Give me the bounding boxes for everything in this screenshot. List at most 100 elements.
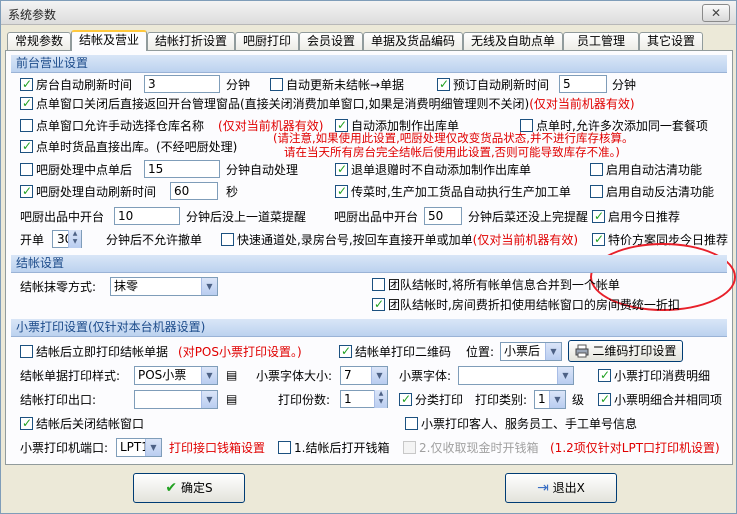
kitchen-refresh-unit: 秒 (226, 185, 239, 199)
style-select[interactable]: POS小票 ▼ (134, 366, 218, 385)
print-detail-label: 小票打印消费明细 (614, 369, 711, 383)
kitchen-add-midbill-checkbox[interactable]: 吧厨处理中点单后 (20, 162, 132, 178)
print-qr-checkbox[interactable]: 结帐单打印二维码 (339, 343, 451, 360)
warning-line-2: 请在当天所有房台完全结帐后使用此设置,否则可能导致库存不准。) (284, 145, 620, 159)
tab-general[interactable]: 常规参数 (7, 32, 71, 51)
port-select[interactable]: ▼ (134, 390, 218, 409)
category-print-checkbox[interactable]: 分类打印 (399, 391, 464, 408)
checkbox-icon (20, 183, 33, 199)
checkbox-icon (221, 233, 234, 246)
fontsize-value: 7 (344, 368, 352, 382)
font-select[interactable]: ▼ (458, 366, 574, 385)
tab-discount[interactable]: 结帐打折设置 (147, 32, 235, 51)
rounding-label: 结帐抹零方式: (20, 280, 97, 294)
category-print-label: 分类打印 (415, 393, 464, 407)
kitchen-add-midbill-input[interactable]: 15 (144, 160, 220, 178)
reserve-refresh-checkbox[interactable]: 预订自动刷新时间 (437, 76, 549, 93)
group-merge-checkbox[interactable]: 团队结帐时,将所有帐单信息合并到一个帐单 (372, 277, 620, 293)
kitchen-add-midbill-unit: 分钟自动处理 (226, 163, 299, 177)
reserve-refresh-input[interactable]: 5 (559, 75, 607, 93)
level-label: 级 (572, 393, 585, 407)
exit-button[interactable]: ⇥ 退出X (505, 473, 617, 503)
checkbox-icon (20, 95, 33, 111)
tab-member[interactable]: 会员设置 (299, 32, 363, 51)
reserve-refresh-unit: 分钟 (612, 78, 637, 92)
auto-unclear-checkbox[interactable]: 启用自动反沽清功能 (590, 184, 714, 200)
tab-staff[interactable]: 员工管理 (563, 32, 639, 51)
cashbox-note: (1.2项仅针对LPT口打印机设置) (550, 441, 720, 455)
exit-icon: ⇥ (537, 480, 549, 496)
open-bill-unit: 分钟后不允许撤单 (106, 233, 203, 247)
fontsize-select[interactable]: 7 ▼ (340, 366, 388, 385)
checkbox-icon (335, 161, 348, 177)
auto-update-label: 自动更新未结帐→单据 (286, 78, 405, 92)
chevron-down-icon: ▼ (145, 439, 161, 456)
open-cashbox-label: 1.结帐后打开钱箱 (294, 441, 390, 455)
checkbox-icon (270, 78, 283, 91)
quick-channel-checkbox[interactable]: 快速通道处,录房台号,按回车直接开单或加单(仅对当前机器有效) (221, 232, 578, 248)
kitchen-out-alert-input[interactable]: 10 (114, 207, 180, 225)
kitchen-out-done-input[interactable]: 50 (424, 207, 462, 225)
checkbox-icon (372, 296, 385, 312)
group-merge-label: 团队结帐时,将所有帐单信息合并到一个帐单 (388, 278, 620, 292)
checkbox-icon (20, 345, 33, 358)
kitchen-out-done-label: 吧厨出品中开台 (334, 210, 419, 224)
auto-update-checkbox[interactable]: 自动更新未结帐→单据 (270, 77, 404, 93)
port-label: 结帐打印出口: (20, 393, 97, 407)
direct-out-checkbox[interactable]: 点单时货品直接出库。(不经吧厨处理) (20, 138, 238, 155)
machine-only-note: (仅对当前机器有效) (529, 97, 635, 111)
direct-out-label: 点单时货品直接出库。(不经吧厨处理) (36, 140, 238, 154)
open-cashbox-checkbox[interactable]: 1.结帐后打开钱箱 (278, 440, 389, 456)
qr-settings-button[interactable]: 二维码打印设置 (568, 340, 683, 362)
auto-clear-checkbox[interactable]: 启用自动沽清功能 (590, 162, 702, 178)
tab-checkout-business[interactable]: 结帐及营业 (71, 30, 147, 51)
checkbox-icon (403, 441, 416, 454)
close-after-checkbox[interactable]: 结帐后关闭结帐窗口 (20, 415, 144, 432)
merge-same-label: 小票明细合并相同项 (614, 393, 723, 407)
kitchen-refresh-checkbox[interactable]: 吧厨处理自动刷新时间 (20, 183, 157, 200)
checkbox-icon (335, 183, 348, 199)
print-guest-checkbox[interactable]: 小票打印客人、服务员工、手工单号信息 (405, 416, 637, 432)
ok-button[interactable]: ✔ 确定S (133, 473, 245, 503)
tab-kitchen-print[interactable]: 吧厨打印 (235, 32, 299, 51)
return-gift-out-label: 退单退赠时不自动添加制作出库单 (351, 163, 532, 177)
checkbox-icon (339, 343, 352, 359)
tab-wireless[interactable]: 无线及自助点单 (463, 32, 563, 51)
position-select[interactable]: 小票后 ▼ (500, 342, 562, 361)
category-type-value: 1 (538, 392, 546, 406)
checkbox-icon (20, 76, 33, 92)
room-refresh-label: 房台自动刷新时间 (36, 78, 133, 92)
room-refresh-input[interactable]: 3 (144, 75, 220, 93)
room-refresh-checkbox[interactable]: 房台自动刷新时间 (20, 76, 133, 93)
checkbox-icon (598, 367, 611, 383)
pass-dish-checkbox[interactable]: 传菜时,生产加工货品自动执行生产加工单 (335, 183, 571, 200)
close-button[interactable]: ✕ (702, 4, 730, 22)
cashbox-setting-link[interactable]: 打印接口钱箱设置 (169, 440, 265, 456)
today-recommend-checkbox[interactable]: 启用今日推荐 (592, 208, 680, 225)
print-detail-checkbox[interactable]: 小票打印消费明细 (598, 367, 711, 384)
group-discount-checkbox[interactable]: 团队结帐时,房间费折扣使用结帐窗口的房间费统一折扣 (372, 296, 680, 313)
tab-panel: 前台营业设置 房台自动刷新时间 3 分钟 自动更新未结帐→单据 预订自动刷新时间… (5, 50, 736, 465)
printer-port-select[interactable]: LPT1 ▼ (116, 438, 162, 457)
cash-only-checkbox[interactable]: 2.仅收取现金时开钱箱 (403, 440, 538, 456)
chevron-down-icon: ▼ (371, 367, 387, 384)
port-edit-icon[interactable]: ▤ (226, 391, 237, 407)
close-order-window-checkbox[interactable]: 点单窗口关闭后直接返回开台管理窗品(直接关闭消费加单窗口,如果是消费明细管理则不… (20, 95, 635, 112)
style-edit-icon[interactable]: ▤ (226, 367, 237, 383)
return-gift-out-checkbox[interactable]: 退单退赠时不自动添加制作出库单 (335, 161, 532, 178)
kitchen-refresh-input[interactable]: 60 (170, 182, 218, 200)
kitchen-refresh-label: 吧厨处理自动刷新时间 (36, 185, 157, 199)
copies-spinner[interactable]: ▲ ▼ (374, 390, 387, 408)
machine-only-note: (仅对当前机器有效) (472, 233, 579, 247)
tab-other[interactable]: 其它设置 (639, 32, 703, 51)
chevron-down-icon: ▼ (201, 391, 217, 408)
category-type-select[interactable]: 1 ▼ (534, 390, 566, 409)
open-bill-spinner[interactable]: ▲ ▼ (68, 230, 81, 248)
style-value: POS小票 (138, 368, 187, 382)
print-after-checkout-checkbox[interactable]: 结帐后立即打印结帐单据 (对POS小票打印设置。) (20, 344, 302, 360)
merge-same-checkbox[interactable]: 小票明细合并相同项 (598, 391, 723, 408)
auto-clear-label: 启用自动沽清功能 (606, 163, 703, 177)
tab-bill-code[interactable]: 单据及货品编码 (363, 32, 463, 51)
rounding-select[interactable]: 抹零 ▼ (110, 277, 218, 296)
copies-value: 1 (344, 392, 352, 406)
